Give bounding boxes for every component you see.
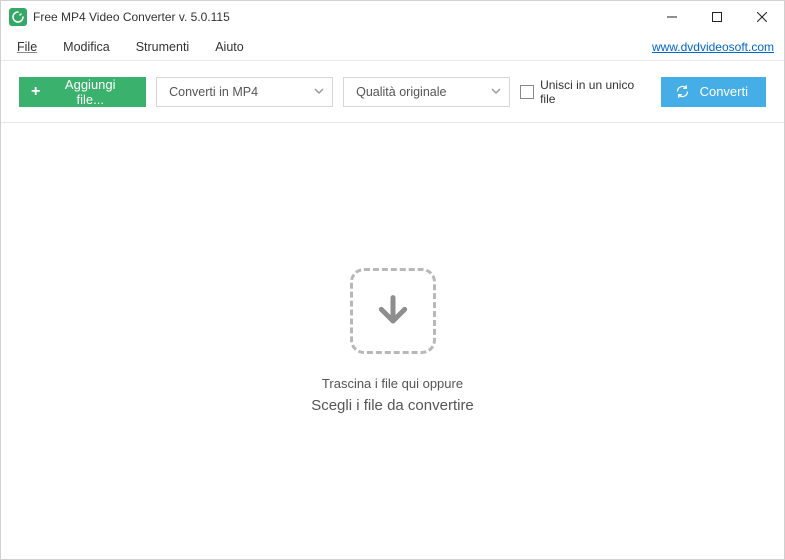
merge-label: Unisci in un unico file [540,78,650,106]
add-file-label: Aggiungi file... [50,77,130,107]
format-select[interactable]: Converti in MP4 [156,77,333,107]
menu-file[interactable]: File [17,40,37,54]
titlebar: Free MP4 Video Converter v. 5.0.115 [1,1,784,33]
window-title: Free MP4 Video Converter v. 5.0.115 [33,10,649,24]
drop-hint-line2: Scegli i file da convertire [311,397,474,414]
chevron-down-icon [314,85,324,99]
menu-modifica[interactable]: Modifica [63,40,110,54]
minimize-button[interactable] [649,1,694,33]
menu-strumenti[interactable]: Strumenti [136,40,190,54]
drop-area[interactable]: Trascina i file qui oppure Scegli i file… [1,123,784,559]
menu-aiuto[interactable]: Aiuto [215,40,244,54]
app-icon [9,8,27,26]
maximize-button[interactable] [694,1,739,33]
drop-hint-line1: Trascina i file qui oppure [322,376,463,391]
toolbar: + Aggiungi file... Converti in MP4 Quali… [1,61,784,123]
chevron-down-icon [491,85,501,99]
website-link[interactable]: www.dvdvideosoft.com [652,40,774,54]
checkbox-box-icon [520,85,534,99]
quality-select-value: Qualità originale [356,85,446,99]
quality-select[interactable]: Qualità originale [343,77,510,107]
merge-checkbox[interactable]: Unisci in un unico file [520,78,650,106]
convert-button[interactable]: Converti [661,77,766,107]
format-select-value: Converti in MP4 [169,85,258,99]
refresh-icon [675,84,690,99]
menubar: File Modifica Strumenti Aiuto www.dvdvid… [1,33,784,61]
convert-label: Converti [700,84,748,99]
plus-icon: + [31,83,40,101]
add-file-button[interactable]: + Aggiungi file... [19,77,146,107]
window-controls [649,1,784,33]
close-button[interactable] [739,1,784,33]
drop-target-icon [350,268,436,354]
